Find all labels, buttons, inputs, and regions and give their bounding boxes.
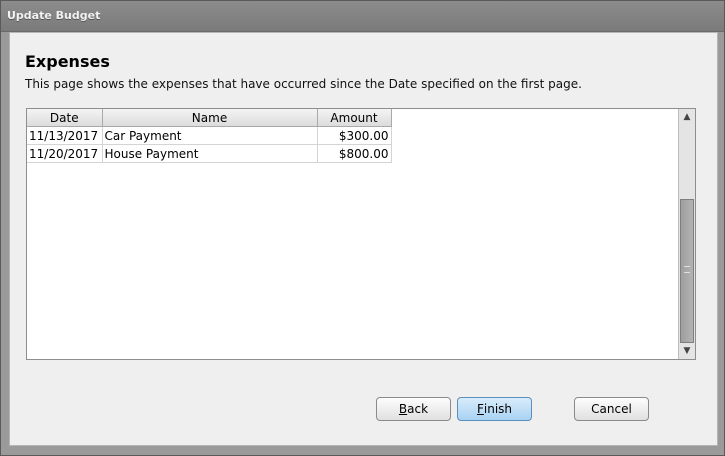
expenses-table-panel[interactable]: Date Name Amount 11/13/2017 Car Payment … xyxy=(26,108,696,360)
cell-name[interactable]: Car Payment xyxy=(102,126,318,145)
cancel-button[interactable]: Cancel xyxy=(574,397,649,421)
cell-date[interactable]: 11/20/2017 xyxy=(27,144,103,163)
back-button[interactable]: Back xyxy=(376,397,451,421)
expenses-table[interactable]: Date Name Amount 11/13/2017 Car Payment … xyxy=(27,109,392,163)
update-budget-window: Update Budget Expenses This page shows t… xyxy=(0,0,725,456)
column-header-date[interactable]: Date xyxy=(27,109,103,127)
window-title: Update Budget xyxy=(7,9,101,22)
vertical-scrollbar[interactable]: ▲ ▼ xyxy=(678,109,695,359)
title-bar[interactable]: Update Budget xyxy=(1,1,724,32)
page-description: This page shows the expenses that have o… xyxy=(25,77,582,91)
page-heading: Expenses xyxy=(25,52,110,71)
scrollbar-thumb[interactable] xyxy=(680,199,694,343)
arrow-down-icon[interactable]: ▼ xyxy=(679,343,695,359)
arrow-up-icon[interactable]: ▲ xyxy=(679,109,695,125)
cancel-label: Cancel xyxy=(591,402,632,416)
wizard-page: Expenses This page shows the expenses th… xyxy=(9,32,718,446)
cell-amount[interactable]: $300.00 xyxy=(317,126,392,145)
finish-mnemonic: F xyxy=(476,402,484,416)
cell-name[interactable]: House Payment xyxy=(102,144,318,163)
back-label: ack xyxy=(407,402,429,416)
table-header-row: Date Name Amount xyxy=(27,109,392,127)
finish-label: inish xyxy=(483,402,513,416)
table-row[interactable]: 11/20/2017 House Payment $800.00 xyxy=(27,144,392,163)
cell-amount[interactable]: $800.00 xyxy=(317,144,392,163)
cell-date[interactable]: 11/13/2017 xyxy=(27,126,103,145)
table-row[interactable]: 11/13/2017 Car Payment $300.00 xyxy=(27,126,392,145)
grip-icon xyxy=(684,266,690,273)
finish-button[interactable]: Finish xyxy=(457,397,532,421)
back-mnemonic: B xyxy=(398,402,408,416)
column-header-amount[interactable]: Amount xyxy=(317,109,392,127)
column-header-name[interactable]: Name xyxy=(102,109,318,127)
